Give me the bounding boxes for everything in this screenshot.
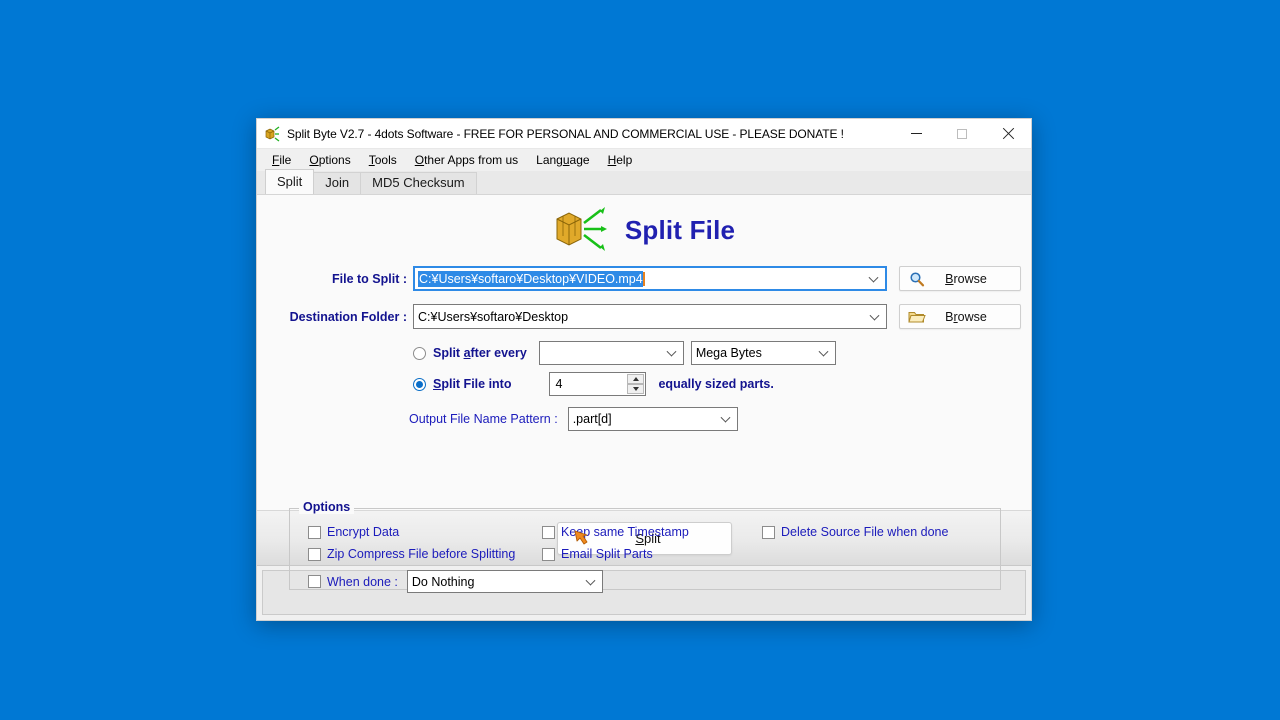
- chevron-down-icon[interactable]: [720, 412, 731, 423]
- menu-item-file[interactable]: File: [263, 151, 300, 169]
- menu-item-help[interactable]: Help: [599, 151, 642, 169]
- browse-folder-label: Browse: [945, 309, 987, 324]
- minimize-icon: [910, 133, 922, 134]
- output-pattern-label: Output File Name Pattern :: [409, 412, 558, 426]
- close-icon: [1002, 128, 1014, 140]
- chevron-down-icon: [632, 387, 639, 391]
- output-pattern-value: .part[d]: [572, 412, 612, 426]
- maximize-icon: [957, 128, 967, 139]
- output-pattern-select[interactable]: .part[d]: [567, 407, 738, 431]
- file-to-split-input[interactable]: C:¥Users¥softaro¥Desktop¥VIDEO.mp4: [413, 266, 887, 291]
- menu-item-other-apps[interactable]: Other Apps from us: [406, 151, 527, 169]
- option-encrypt-data[interactable]: Encrypt Data: [308, 525, 399, 539]
- option-zip-compress[interactable]: Zip Compress File before Splitting: [308, 547, 515, 561]
- destination-folder-value: C:¥Users¥softaro¥Desktop: [418, 309, 569, 324]
- window-title: Split Byte V2.7 - 4dots Software - FREE …: [287, 126, 844, 141]
- title-bar: Split Byte V2.7 - 4dots Software - FREE …: [257, 119, 1031, 149]
- checkbox-delete-source-file[interactable]: [762, 525, 775, 539]
- stepper-arrows: [627, 374, 645, 394]
- file-to-split-value: C:¥Users¥softaro¥Desktop¥VIDEO.mp4: [418, 270, 643, 287]
- browse-file-label: Browse: [945, 271, 987, 286]
- equally-sized-parts-label: equally sized parts.: [658, 377, 774, 391]
- stepper-down-button[interactable]: [627, 384, 645, 394]
- stepper-up-button[interactable]: [627, 374, 645, 384]
- chevron-down-icon[interactable]: [869, 310, 880, 321]
- magnifier-icon: [908, 271, 926, 287]
- parts-count-stepper[interactable]: 4: [549, 372, 647, 396]
- split-size-input[interactable]: [538, 341, 684, 365]
- split-panel: Split File File to Split : C:¥Users¥soft…: [257, 195, 1031, 593]
- radio-split-after-every[interactable]: [413, 346, 426, 360]
- menu-bar: File Options Tools Other Apps from us La…: [257, 149, 1031, 171]
- option-label: Encrypt Data: [327, 525, 400, 539]
- file-to-split-row: File to Split : C:¥Users¥softaro¥Desktop…: [257, 266, 1031, 291]
- options-legend: Options: [299, 500, 355, 514]
- panel-header: Split File: [257, 195, 1031, 255]
- split-after-every-row: Split after every Mega Bytes: [257, 341, 1031, 365]
- option-delete-source-file[interactable]: Delete Source File when done: [762, 525, 948, 539]
- menu-item-options[interactable]: Options: [300, 151, 359, 169]
- destination-folder-row: Destination Folder : C:¥Users¥softaro¥De…: [257, 304, 1031, 329]
- split-after-every-label: Split after every: [433, 346, 527, 360]
- when-done-label: When done :: [327, 574, 398, 589]
- destination-folder-input[interactable]: C:¥Users¥softaro¥Desktop: [413, 304, 887, 329]
- tab-strip: Split Join MD5 Checksum: [257, 169, 1031, 195]
- tab-split[interactable]: Split: [265, 169, 315, 194]
- close-button[interactable]: [985, 119, 1031, 149]
- split-file-into-row: Split File into 4 equally sized parts.: [257, 372, 1031, 396]
- radio-split-file-into[interactable]: [413, 377, 426, 391]
- browse-file-button[interactable]: Browse: [899, 266, 1021, 291]
- window-controls: [893, 119, 1031, 149]
- option-label: Email Split Parts: [561, 547, 653, 561]
- menu-item-tools[interactable]: Tools: [360, 151, 406, 169]
- folder-icon: [908, 309, 926, 325]
- option-email-split-parts[interactable]: Email Split Parts: [542, 547, 653, 561]
- output-pattern-row: Output File Name Pattern : .part[d]: [257, 407, 1031, 431]
- text-caret: [642, 271, 645, 286]
- maximize-button[interactable]: [939, 119, 985, 149]
- option-label: Delete Source File when done: [781, 525, 949, 539]
- split-unit-select[interactable]: Mega Bytes: [690, 341, 836, 365]
- option-when-done[interactable]: When done : Do Nothing: [308, 570, 603, 593]
- checkbox-keep-same-timestamp[interactable]: [542, 525, 555, 539]
- orange-arrow-icon: [572, 529, 592, 547]
- split-file-into-label: Split File into: [433, 377, 512, 391]
- option-keep-same-timestamp[interactable]: Keep same Timestamp: [542, 525, 689, 539]
- option-label: Zip Compress File before Splitting: [327, 547, 516, 561]
- chevron-down-icon[interactable]: [585, 575, 596, 586]
- menu-item-language[interactable]: Language: [527, 151, 598, 169]
- split-box-arrows-icon: [553, 205, 609, 255]
- destination-folder-label: Destination Folder :: [289, 309, 407, 324]
- chevron-up-icon: [632, 377, 639, 381]
- split-box-icon: [264, 125, 280, 142]
- checkbox-encrypt-data[interactable]: [308, 525, 321, 539]
- chevron-down-icon[interactable]: [868, 272, 879, 283]
- checkbox-email-split-parts[interactable]: [542, 547, 555, 561]
- split-unit-value: Mega Bytes: [695, 346, 762, 360]
- browse-folder-button[interactable]: Browse: [899, 304, 1021, 329]
- when-done-value: Do Nothing: [411, 574, 475, 589]
- parts-count-value: 4: [555, 377, 563, 391]
- minimize-button[interactable]: [893, 119, 939, 149]
- checkbox-zip-compress[interactable]: [308, 547, 321, 561]
- when-done-select[interactable]: Do Nothing: [406, 570, 603, 593]
- tab-md5-checksum[interactable]: MD5 Checksum: [360, 172, 477, 194]
- page-title: Split File: [624, 214, 736, 245]
- options-group: Options Encrypt Data Keep same Timestamp…: [289, 500, 1001, 593]
- application-window: Split Byte V2.7 - 4dots Software - FREE …: [256, 118, 1032, 621]
- tab-join[interactable]: Join: [313, 172, 362, 194]
- checkbox-when-done[interactable]: [308, 575, 321, 588]
- chevron-down-icon[interactable]: [666, 346, 677, 357]
- chevron-down-icon[interactable]: [818, 346, 829, 357]
- file-to-split-label: File to Split :: [332, 271, 407, 286]
